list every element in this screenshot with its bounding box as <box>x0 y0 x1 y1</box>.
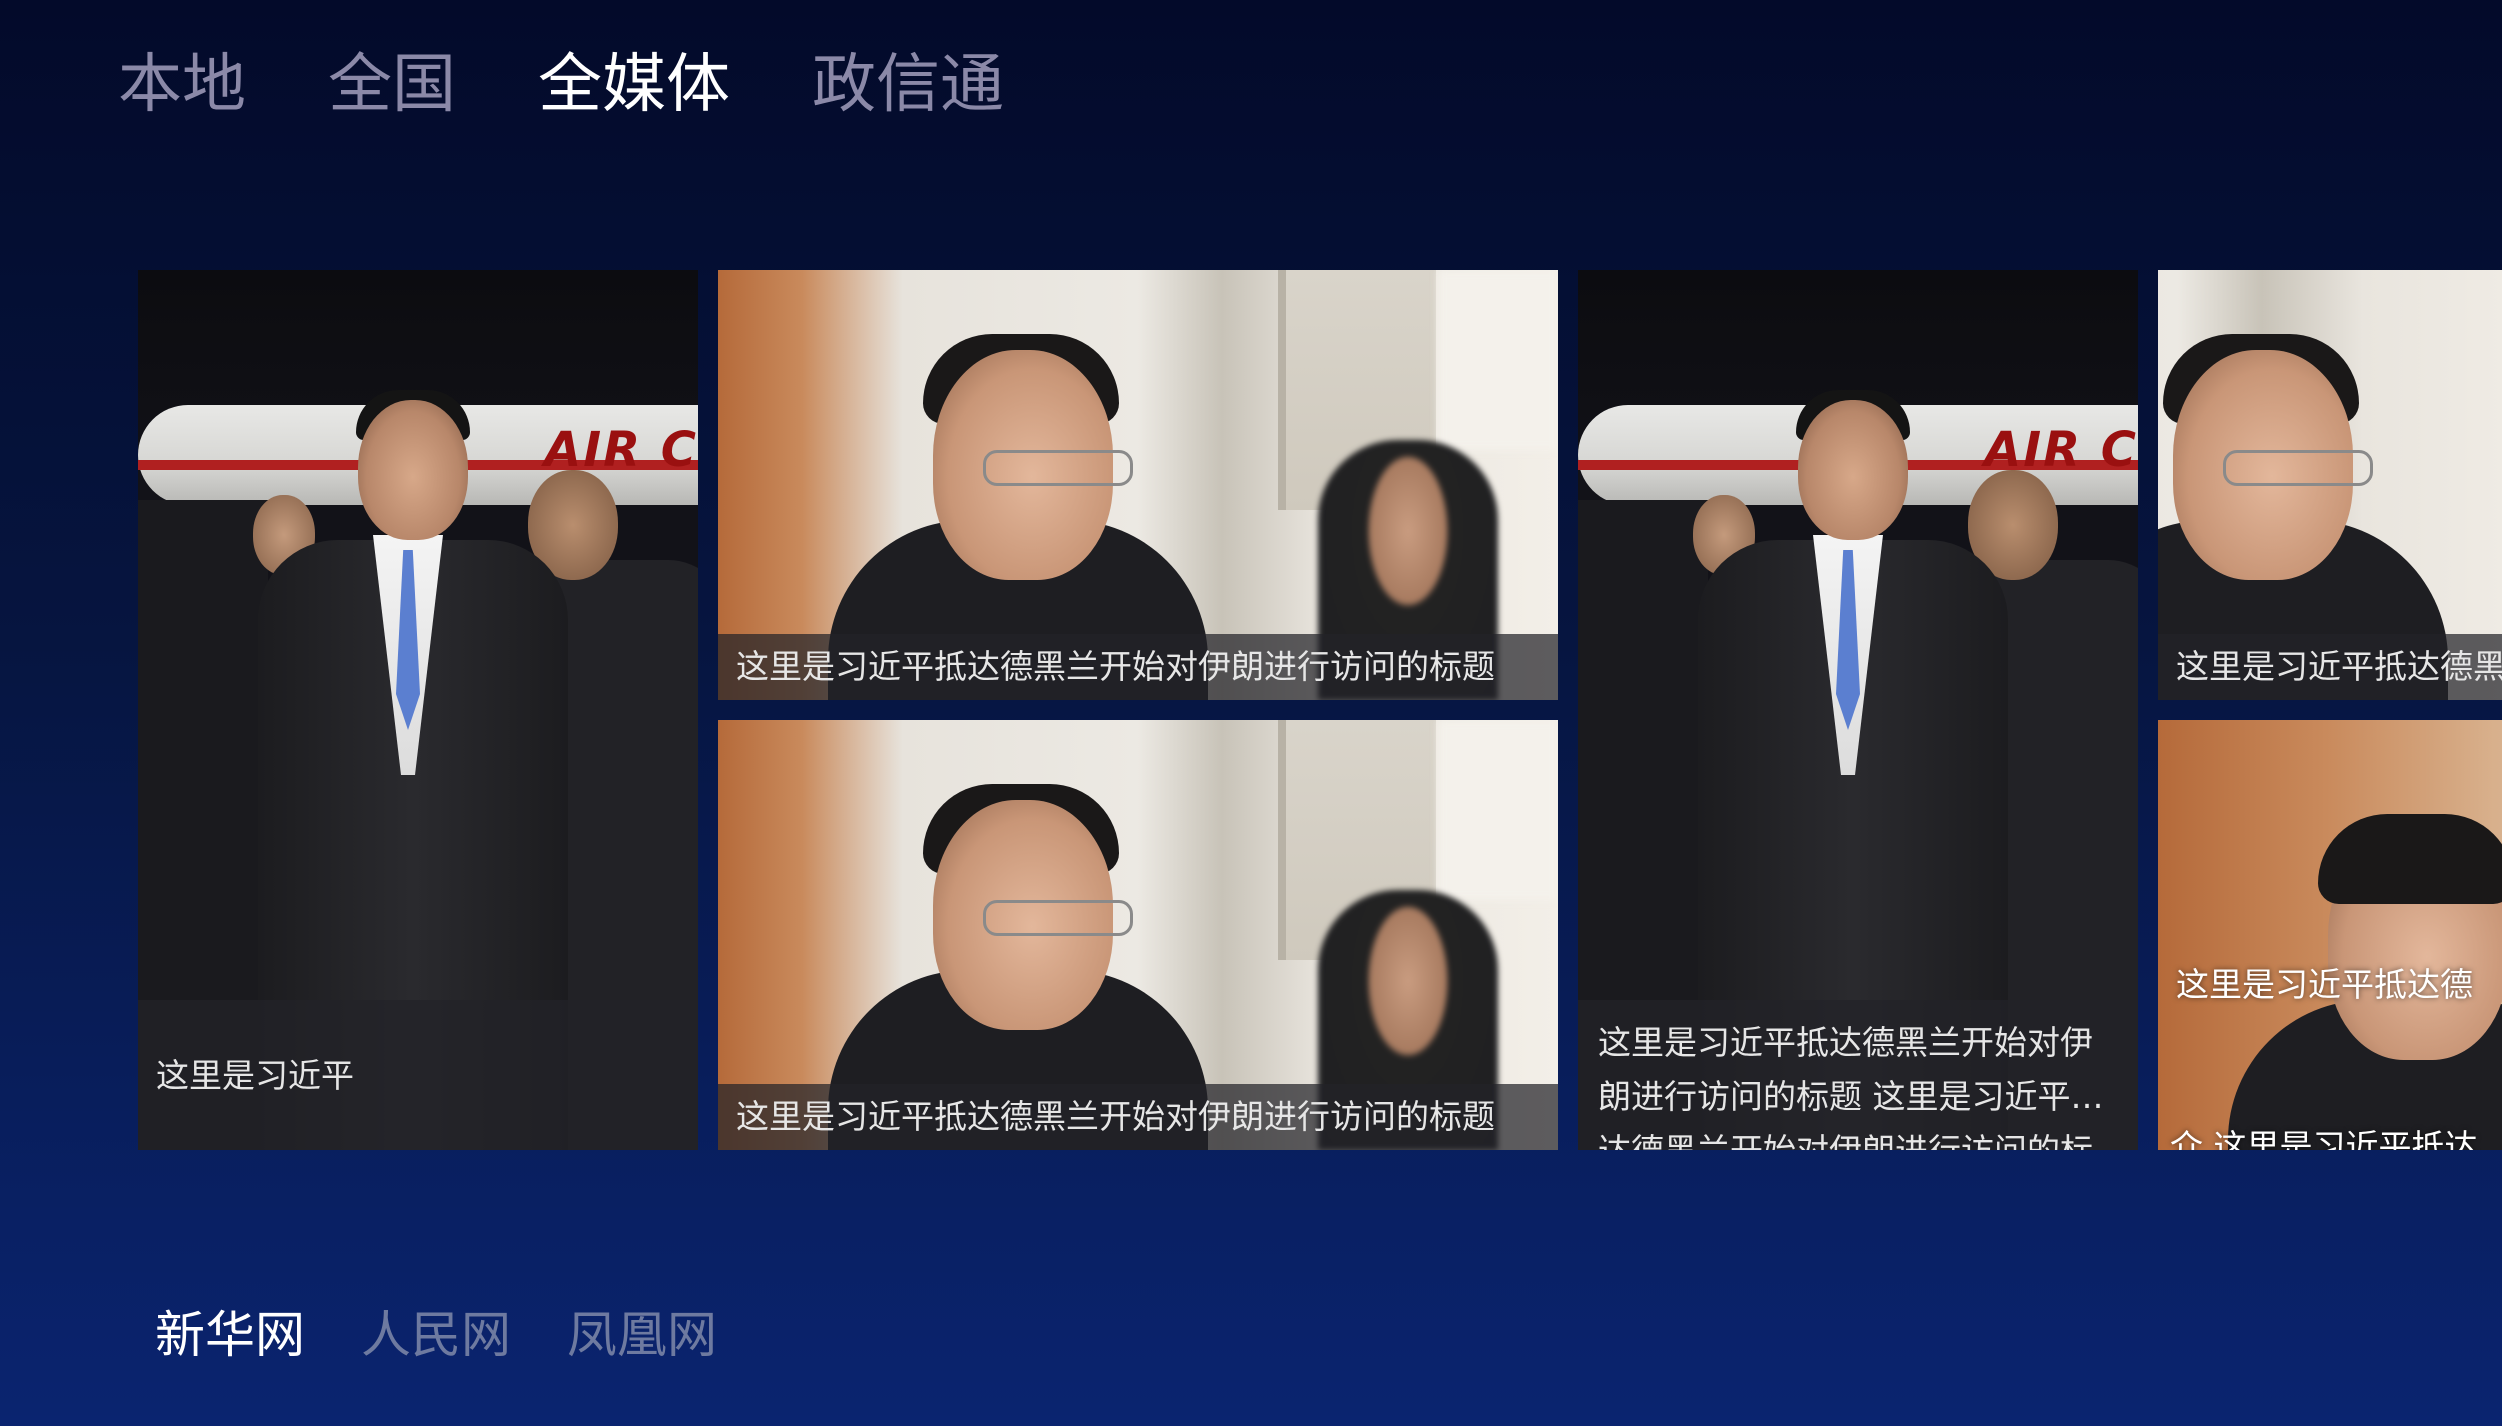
news-card-summary-line: 这里是习近平抵达德 <box>2176 965 2473 1004</box>
tab-zhengxintong[interactable]: 政信通 <box>812 40 1004 130</box>
news-card-caption: 这里是习近平抵达德黑兰开始对伊朗进行访问的标题 <box>718 634 1558 700</box>
news-card[interactable]: 这里是习近平抵达德 介 这里是习近平抵达 <box>2158 720 2502 1150</box>
tab-all-media[interactable]: 全媒体 <box>538 40 730 130</box>
news-card[interactable]: 这里是习近平抵达德黑兰开始对伊朗进行访问的标题 <box>718 270 1558 700</box>
tab-xinhua[interactable]: 新华网 <box>155 1295 305 1367</box>
tab-local[interactable]: 本地 <box>118 40 246 130</box>
tab-people-daily[interactable]: 人民网 <box>361 1295 511 1367</box>
news-card-caption: 这里是习近平抵达德黑兰开始对伊朗进行访问的标题 <box>2158 634 2502 700</box>
news-card-caption: 这里是习近平 <box>138 1000 698 1150</box>
source-tab-bar: 新华网 人民网 凤凰网 <box>155 1295 773 1367</box>
news-card[interactable]: 这里是习近平抵达德黑兰开始对伊朗进行访问的标题 <box>718 720 1558 1150</box>
news-card[interactable]: AIR C 这里是习近平 <box>138 270 698 1150</box>
news-card[interactable]: 这里是习近平抵达德黑兰开始对伊朗进行访问的标题 <box>2158 270 2502 700</box>
tab-national[interactable]: 全国 <box>328 40 456 130</box>
news-card[interactable]: AIR C 这里是习近平抵达德黑兰开始对伊朗进行访问的标题 这里是习近平抵达德黑… <box>1578 270 2138 1150</box>
news-card-strip: AIR C 这里是习近平 这里是习近平抵达德黑兰开始对伊朗进行访问的标题 这里是… <box>138 270 2502 1150</box>
news-card-summary-line: 介 这里是习近平抵达 <box>2170 1127 2478 1150</box>
news-card-caption: 这里是习近平抵达德黑兰开始对伊朗进行访问的标题 <box>718 1084 1558 1150</box>
news-card-caption: 这里是习近平抵达德黑兰开始对伊朗进行访问的标题 这里是习近平抵达德黑兰开始对伊朗… <box>1578 1000 2138 1150</box>
news-card-summary: 这里是习近平抵达德 介 这里是习近平抵达 <box>2158 850 2502 1150</box>
top-tab-bar: 本地 全国 全媒体 政信通 <box>118 40 1086 130</box>
tab-phoenix[interactable]: 凤凰网 <box>567 1295 717 1367</box>
